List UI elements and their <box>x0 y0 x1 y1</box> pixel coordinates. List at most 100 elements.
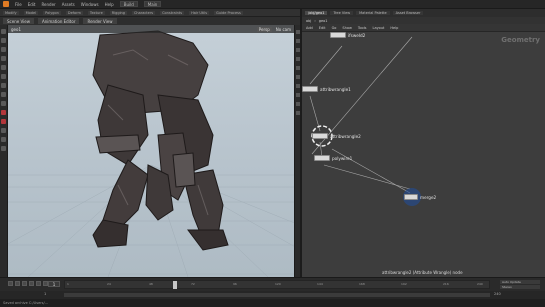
node-body[interactable] <box>330 32 346 38</box>
auto-update-menu[interactable]: Auto Update <box>500 280 540 284</box>
jump-start-icon[interactable] <box>8 281 13 286</box>
snap-grid-icon[interactable] <box>1 101 6 106</box>
scale-tool-icon[interactable] <box>1 56 6 61</box>
viewport-scene <box>8 30 294 277</box>
viewport-tabbar: Scene View Animation Editor Render View <box>0 17 300 25</box>
record-icon[interactable] <box>1 110 6 115</box>
timeline-tick: 216 <box>443 282 449 286</box>
timeline-bar: 1 1 24 48 72 96 120 144 168 192 216 240 … <box>0 277 545 291</box>
timeline-tick: 48 <box>149 282 153 286</box>
select-tool-icon[interactable] <box>1 29 6 34</box>
wireframe-icon[interactable] <box>1 146 6 151</box>
status-bar: Saved archive C:/Users/... <box>0 299 545 307</box>
node-label: polywire1 <box>332 155 353 161</box>
tab-scene-view[interactable]: Scene View <box>3 18 34 24</box>
timeline-tick: 144 <box>317 282 323 286</box>
display-icon[interactable] <box>295 30 300 34</box>
timeline-right-controls: Auto Update Stereo <box>500 280 540 289</box>
display-icon[interactable] <box>295 93 300 97</box>
display-icon[interactable] <box>295 102 300 106</box>
display-icon[interactable] <box>295 111 300 115</box>
node-label: merge2 <box>420 194 437 200</box>
menu-help[interactable]: Help <box>105 2 114 7</box>
timeline-tick: 192 <box>401 282 407 286</box>
node-ifsweld2[interactable]: ifsweld2 <box>330 32 365 38</box>
menu-windows[interactable]: Windows <box>81 2 99 7</box>
shelf-tab[interactable]: Texture <box>87 10 105 15</box>
timeline-tick: 120 <box>275 282 281 286</box>
view-tool-icon[interactable] <box>1 83 6 88</box>
handle-tool-icon[interactable] <box>1 65 6 70</box>
pose-tool-icon[interactable] <box>1 74 6 79</box>
stop-icon[interactable] <box>29 281 34 286</box>
node-attribwrangle1[interactable]: attribwrangle1 <box>302 86 351 92</box>
display-icon[interactable] <box>295 66 300 70</box>
scene-viewport[interactable]: geo1 Persp No cam <box>8 25 294 277</box>
timeline-ruler[interactable]: 1 24 48 72 96 120 144 168 192 216 240 <box>64 280 490 289</box>
main-field[interactable]: Main <box>143 1 162 7</box>
stereo-toggle[interactable]: Stereo <box>500 285 540 289</box>
menu-edit[interactable]: Edit <box>28 2 36 7</box>
left-toolbar <box>0 25 8 277</box>
step-back-icon[interactable] <box>15 281 20 286</box>
shelf-tab[interactable]: Modify <box>3 10 19 15</box>
rock-golem-model <box>92 30 229 251</box>
lighting-icon[interactable] <box>1 137 6 142</box>
node-label: ifsweld2 <box>348 32 366 38</box>
tab-render-view[interactable]: Render View <box>83 18 117 24</box>
display-icon[interactable] <box>295 39 300 43</box>
current-frame-field[interactable]: 1 <box>48 281 60 287</box>
node-body[interactable] <box>404 194 418 200</box>
range-start[interactable]: 1 <box>44 292 46 296</box>
viewport-object-label[interactable]: geo1 <box>11 27 21 32</box>
node-label: attribwrangle2 <box>330 133 361 139</box>
node-label: attribwrangle1 <box>320 86 351 92</box>
desktop-selector[interactable]: Build <box>119 1 138 7</box>
node-body[interactable] <box>314 155 330 161</box>
key-icon[interactable] <box>1 119 6 124</box>
play-icon[interactable] <box>36 281 41 286</box>
snap-icon[interactable] <box>1 92 6 97</box>
menu-file[interactable]: File <box>15 2 22 7</box>
no-cam-menu[interactable]: No cam <box>276 27 291 32</box>
display-icon[interactable] <box>295 84 300 88</box>
move-tool-icon[interactable] <box>1 38 6 43</box>
timeline-tick: 72 <box>191 282 195 286</box>
node-body[interactable] <box>302 86 318 92</box>
menu-assets[interactable]: Assets <box>62 2 75 7</box>
play-reverse-icon[interactable] <box>22 281 27 286</box>
shelf-tab[interactable]: Deform <box>65 10 83 15</box>
range-slider[interactable] <box>64 293 490 297</box>
display-icon[interactable] <box>295 75 300 79</box>
shelf-tab[interactable]: Characters <box>131 10 156 15</box>
shelf-tab[interactable]: Rigging <box>109 10 127 15</box>
viewport-header: geo1 Persp No cam <box>8 25 294 33</box>
timeline-tick: 1 <box>67 282 69 286</box>
node-wires <box>309 36 421 206</box>
node-merge2[interactable]: merge2 <box>404 194 436 200</box>
node-polywire1[interactable]: polywire1 <box>314 155 352 161</box>
display-icon[interactable] <box>295 48 300 52</box>
display-options-icon[interactable] <box>1 128 6 133</box>
shelf-tab[interactable]: Hair Utils <box>189 10 210 15</box>
node-body[interactable] <box>312 133 328 139</box>
timeline-playhead[interactable] <box>173 281 177 289</box>
menu-render[interactable]: Render <box>41 2 55 7</box>
timeline-tick: 24 <box>107 282 111 286</box>
status-text: Saved archive C:/Users/... <box>3 301 49 305</box>
playback-range-bar: 1 240 <box>0 291 545 299</box>
shelf-tabs: Modify Model Polygon Deform Texture Rigg… <box>0 9 300 17</box>
rotate-tool-icon[interactable] <box>1 47 6 52</box>
network-editor[interactable]: /obj/geo1 Tree View Material Palette Ass… <box>300 9 545 277</box>
shelf-tab[interactable]: Polygon <box>43 10 61 15</box>
shelf-tab[interactable]: Constraints <box>160 10 185 15</box>
selected-node-info: attribwrangle2 (Attribute Wrangle) node <box>382 270 463 275</box>
camera-menu[interactable]: Persp <box>256 26 272 32</box>
shelf-tab[interactable]: Model <box>23 10 39 15</box>
display-icon[interactable] <box>295 57 300 61</box>
node-attribwrangle2[interactable]: attribwrangle2 <box>312 133 361 139</box>
shelf-tab[interactable]: Guide Process <box>214 10 243 15</box>
range-end[interactable]: 240 <box>494 292 501 296</box>
timeline-tick: 96 <box>233 282 237 286</box>
tab-animation-editor[interactable]: Animation Editor <box>37 18 80 24</box>
